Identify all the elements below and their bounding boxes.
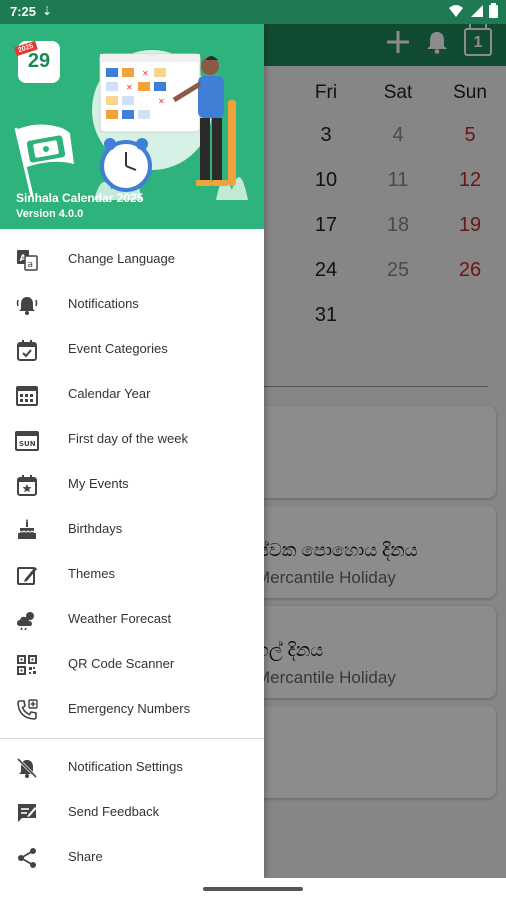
menu-label: Event Categories bbox=[68, 341, 168, 356]
status-time: 7:25 bbox=[10, 4, 37, 19]
feedback-icon bbox=[14, 800, 40, 826]
menu-label: Share bbox=[68, 849, 103, 864]
menu-label: Change Language bbox=[68, 251, 175, 266]
menu-divider bbox=[0, 738, 264, 739]
app-name: Sinhala Calendar 2025 bbox=[16, 191, 144, 205]
menu-item-send-feedback[interactable]: Send Feedback bbox=[0, 790, 264, 835]
calendar-check-icon bbox=[14, 337, 40, 363]
qr-code-icon bbox=[14, 652, 40, 678]
menu-item-notification-settings[interactable]: Notification Settings bbox=[0, 745, 264, 790]
menu-item-themes[interactable]: Themes bbox=[0, 552, 264, 597]
cake-icon bbox=[14, 517, 40, 543]
gesture-handle[interactable] bbox=[203, 887, 303, 891]
theme-edit-icon bbox=[14, 562, 40, 588]
menu-label: Themes bbox=[68, 566, 115, 581]
menu-item-notifications[interactable]: Notifications bbox=[0, 282, 264, 327]
status-bar: 7:25 ⇣ bbox=[0, 0, 506, 24]
menu-label: Weather Forecast bbox=[68, 611, 172, 626]
calendar-sun-icon: SUN bbox=[14, 427, 40, 453]
signal-icon bbox=[471, 4, 483, 17]
menu-label: Send Feedback bbox=[68, 804, 160, 819]
menu-item-first-day-of-week[interactable]: SUN First day of the week bbox=[0, 417, 264, 462]
menu-label: Birthdays bbox=[68, 521, 123, 536]
svg-text:SUN: SUN bbox=[19, 440, 36, 448]
calendar-illustration: ✕ ✕ ✕ bbox=[92, 50, 248, 200]
drawer-header: 2025 29 ✕ ✕ ✕ Sinhala Calendar 2025 Vers… bbox=[0, 24, 264, 229]
menu-item-weather-forecast[interactable]: Weather Forecast bbox=[0, 597, 264, 642]
system-nav-bar bbox=[0, 878, 506, 900]
status-icons bbox=[449, 3, 498, 18]
svg-text:✕: ✕ bbox=[142, 69, 149, 78]
menu-item-calendar-year[interactable]: Calendar Year bbox=[0, 372, 264, 417]
wifi-icon bbox=[449, 4, 463, 17]
drawer-menu: Aa Change Language Notifications Event C… bbox=[0, 237, 264, 880]
menu-label: Notification Settings bbox=[68, 759, 183, 774]
menu-label: First day of the week bbox=[68, 431, 188, 446]
calendar-star-icon bbox=[14, 472, 40, 498]
calendar-grid-icon bbox=[14, 382, 40, 408]
menu-label: My Events bbox=[68, 476, 129, 491]
menu-item-emergency-numbers[interactable]: Emergency Numbers bbox=[0, 687, 264, 732]
app-logo: 2025 29 bbox=[14, 40, 60, 83]
menu-item-birthdays[interactable]: Birthdays bbox=[0, 507, 264, 552]
phone-icon bbox=[14, 697, 40, 723]
share-icon bbox=[14, 845, 40, 871]
menu-label: QR Code Scanner bbox=[68, 656, 175, 671]
menu-item-my-events[interactable]: My Events bbox=[0, 462, 264, 507]
navigation-drawer: 2025 29 ✕ ✕ ✕ Sinhala Calendar 2025 Vers… bbox=[0, 24, 264, 878]
menu-label: Notifications bbox=[68, 296, 139, 311]
menu-item-event-categories[interactable]: Event Categories bbox=[0, 327, 264, 372]
svg-text:✕: ✕ bbox=[126, 83, 133, 92]
menu-item-change-language[interactable]: Aa Change Language bbox=[0, 237, 264, 282]
menu-item-qr-code-scanner[interactable]: QR Code Scanner bbox=[0, 642, 264, 687]
bell-off-icon bbox=[14, 755, 40, 781]
bell-ringing-icon bbox=[14, 292, 40, 318]
menu-label: Calendar Year bbox=[68, 386, 151, 401]
svg-text:✕: ✕ bbox=[158, 97, 165, 106]
battery-icon bbox=[489, 3, 498, 18]
app-version: Version 4.0.0 bbox=[16, 208, 84, 220]
svg-text:a: a bbox=[28, 260, 34, 270]
translate-icon: Aa bbox=[14, 247, 40, 273]
menu-item-share[interactable]: Share bbox=[0, 835, 264, 880]
weather-icon bbox=[14, 607, 40, 633]
flag-illustration bbox=[14, 124, 74, 197]
download-icon: ⇣ bbox=[42, 4, 53, 18]
menu-label: Emergency Numbers bbox=[68, 701, 191, 716]
